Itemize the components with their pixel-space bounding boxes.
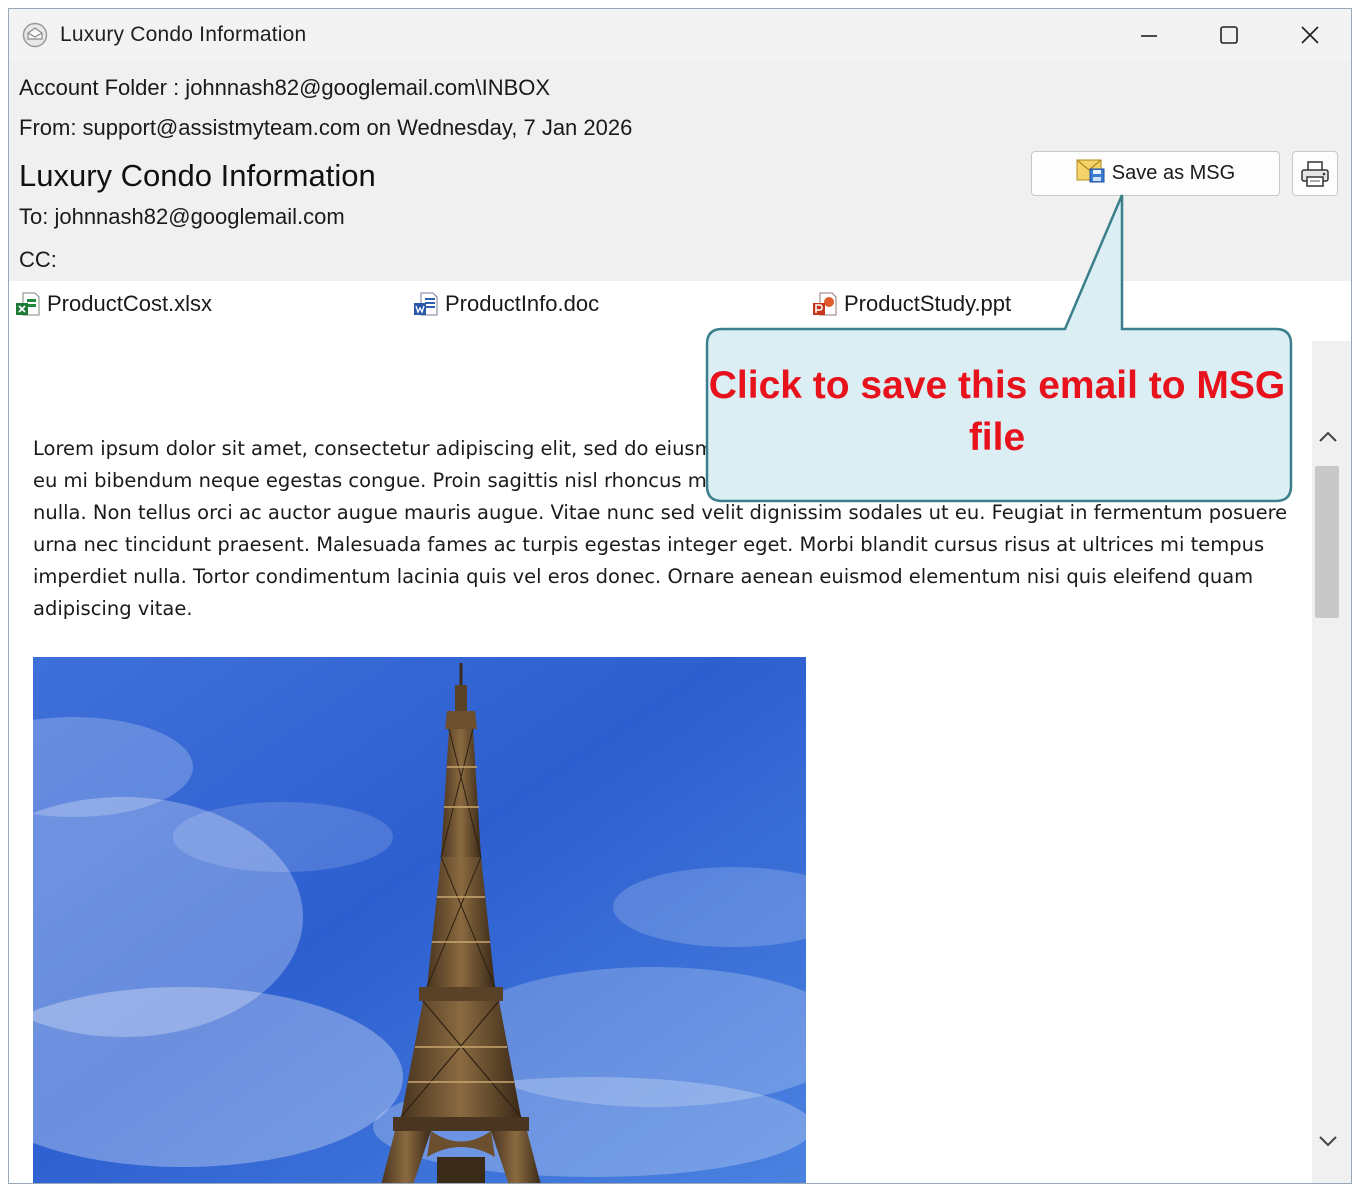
email-body: Lorem ipsum dolor sit amet, consectetur …	[9, 341, 1312, 1183]
attachment-name: ProductCost.xlsx	[47, 291, 213, 316]
minimize-button[interactable]	[1109, 9, 1189, 61]
scroll-down-icon[interactable]	[1318, 1134, 1338, 1153]
word-file-icon	[414, 292, 438, 316]
attachment-name: ProductStudy.ppt	[844, 291, 1012, 316]
eiffel-tower-photo	[33, 657, 806, 1183]
app-icon	[22, 22, 48, 48]
callout-text: Click to save this email to MSG file	[708, 364, 1286, 459]
printer-icon	[1301, 160, 1329, 187]
excel-file-icon	[16, 292, 40, 316]
scroll-thumb[interactable]	[1315, 466, 1339, 618]
email-viewer-window: Luxury Condo Information Account Folder …	[8, 8, 1352, 1184]
email-subject: Luxury Condo Information	[19, 158, 376, 193]
scroll-up-icon[interactable]	[1318, 430, 1338, 449]
from-line: From: support@assistmyteam.com on Wednes…	[19, 115, 633, 140]
save-as-msg-button[interactable]: Save as MSG	[1031, 151, 1280, 196]
to-line: To: johnnash82@googlemail.com	[19, 204, 345, 229]
attachment-item[interactable]: ProductInfo.doc	[413, 291, 599, 317]
vertical-scrollbar[interactable]	[1312, 406, 1349, 1183]
close-icon	[1301, 26, 1319, 44]
attachment-item[interactable]: ProductStudy.ppt	[812, 291, 1011, 317]
title-bar: Luxury Condo Information	[9, 9, 1351, 61]
window-title: Luxury Condo Information	[60, 23, 307, 46]
print-button[interactable]	[1292, 151, 1338, 196]
cc-line: CC:	[19, 247, 57, 272]
attachment-name: ProductInfo.doc	[445, 291, 600, 316]
close-button[interactable]	[1270, 9, 1350, 61]
maximize-icon	[1220, 26, 1238, 44]
powerpoint-file-icon	[813, 292, 837, 316]
email-header: Account Folder : johnnash82@googlemail.c…	[9, 61, 1351, 289]
maximize-button[interactable]	[1189, 9, 1269, 61]
minimize-icon	[1141, 35, 1157, 37]
account-folder: Account Folder : johnnash82@googlemail.c…	[19, 75, 551, 100]
attachment-item[interactable]: ProductCost.xlsx	[15, 291, 212, 317]
attachments-bar: ProductCost.xlsx ProductInfo.doc Product…	[9, 281, 1351, 341]
save-msg-icon	[1076, 158, 1106, 189]
save-as-msg-label: Save as MSG	[1111, 162, 1236, 184]
